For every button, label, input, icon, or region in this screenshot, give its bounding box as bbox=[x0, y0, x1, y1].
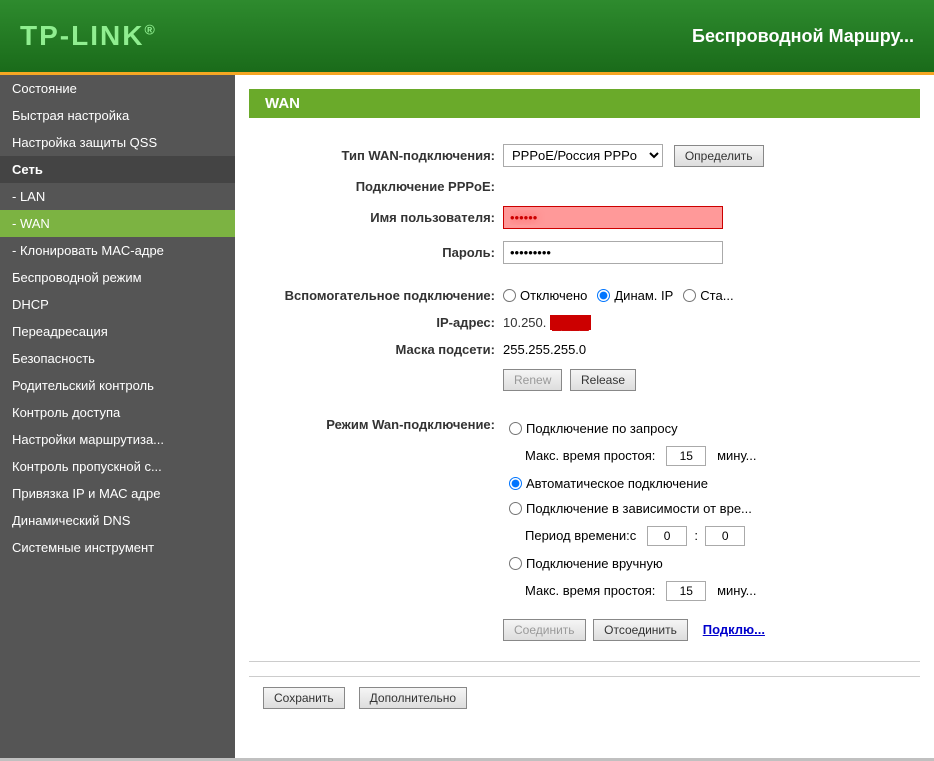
spacer-row bbox=[249, 270, 920, 282]
username-input[interactable] bbox=[503, 206, 723, 229]
sidebar-item-access-control[interactable]: Контроль доступа bbox=[0, 399, 235, 426]
sidebar-item-parental[interactable]: Родительский контроль bbox=[0, 372, 235, 399]
time-based-label[interactable]: Подключение в зависимости от вре... bbox=[509, 501, 757, 516]
max-idle-label2: Макс. время простоя: bbox=[525, 583, 655, 598]
secondary-radio-group: Отключено Динам. IP Ста... bbox=[503, 288, 916, 303]
bottom-bar: Сохранить Дополнительно bbox=[249, 676, 920, 719]
max-idle-input1[interactable] bbox=[666, 446, 706, 466]
conn-mode-label: Режим Wan-подключение: bbox=[249, 409, 499, 613]
pppoe-label: Подключение PPPoE: bbox=[249, 173, 499, 200]
sidebar-item-forwarding[interactable]: Переадресация bbox=[0, 318, 235, 345]
radio-off-label[interactable]: Отключено bbox=[503, 288, 587, 303]
header: TP-LINK® Беспроводной Маршру... bbox=[0, 0, 934, 75]
max-idle-input2[interactable] bbox=[666, 581, 706, 601]
main-layout: СостояниеБыстрая настройкаНастройка защи… bbox=[0, 75, 934, 758]
minutes-label1: мину... bbox=[717, 448, 756, 463]
period-row: Период времени:с : bbox=[505, 522, 761, 550]
username-row: Имя пользователя: bbox=[249, 200, 920, 235]
sidebar-item-qss[interactable]: Настройка защиты QSS bbox=[0, 129, 235, 156]
sidebar-item-network[interactable]: Сеть bbox=[0, 156, 235, 183]
divider bbox=[249, 661, 920, 662]
logo-text: TP-LINK bbox=[20, 20, 144, 51]
wan-type-row: Тип WAN-подключения: PPPoE/Россия PPPo О… bbox=[249, 138, 920, 173]
secondary-label: Вспомогательное подключение: bbox=[249, 282, 499, 309]
sidebar-item-mac-clone[interactable]: - Клонировать MAC-адре bbox=[0, 237, 235, 264]
max-idle-label1: Макс. время простоя: bbox=[525, 448, 655, 463]
disconnect-button[interactable]: Отсоединить bbox=[593, 619, 688, 641]
radio-on-demand[interactable] bbox=[509, 422, 522, 435]
radio-off[interactable] bbox=[503, 289, 516, 302]
manual-row: Подключение вручную bbox=[505, 552, 761, 575]
radio-static-label[interactable]: Ста... bbox=[683, 288, 733, 303]
conn-mode-table: Подключение по запросу Макс. время прост… bbox=[503, 415, 763, 607]
pppoe-section-row: Подключение PPPoE: bbox=[249, 173, 920, 200]
sidebar-item-quick-setup[interactable]: Быстрая настройка bbox=[0, 102, 235, 129]
renew-release-row: Renew Release bbox=[249, 363, 920, 397]
on-demand-row: Подключение по запросу bbox=[505, 417, 761, 440]
period-to-input[interactable] bbox=[705, 526, 745, 546]
logo-trademark: ® bbox=[144, 22, 156, 38]
connect-link[interactable]: Подклю... bbox=[703, 622, 765, 637]
content-area: Тип WAN-подключения: PPPoE/Россия PPPo О… bbox=[235, 118, 934, 739]
renew-button[interactable]: Renew bbox=[503, 369, 562, 391]
form-table: Тип WAN-подключения: PPPoE/Россия PPPo О… bbox=[249, 138, 920, 647]
max-idle-row2: Макс. время простоя: мину... bbox=[505, 577, 761, 605]
password-row: Пароль: bbox=[249, 235, 920, 270]
time-based-row: Подключение в зависимости от вре... bbox=[505, 497, 761, 520]
sidebar-item-dhcp[interactable]: DHCP bbox=[0, 291, 235, 318]
wan-type-value: PPPoE/Россия PPPo Определить bbox=[499, 138, 920, 173]
password-input[interactable] bbox=[503, 241, 723, 264]
ip-label: IP-адрес: bbox=[249, 309, 499, 336]
detect-button[interactable]: Определить bbox=[674, 145, 764, 167]
wan-type-select[interactable]: PPPoE/Россия PPPo bbox=[503, 144, 663, 167]
radio-static[interactable] bbox=[683, 289, 696, 302]
ip-value: 10.250. ████ bbox=[503, 315, 591, 330]
sidebar-item-tools[interactable]: Системные инструмент bbox=[0, 534, 235, 561]
subnet-value: 255.255.255.0 bbox=[503, 342, 586, 357]
sidebar-item-routing[interactable]: Настройки маршрутиза... bbox=[0, 426, 235, 453]
page-title: WAN bbox=[249, 89, 920, 118]
radio-manual[interactable] bbox=[509, 557, 522, 570]
sidebar-item-ddns[interactable]: Динамический DNS bbox=[0, 507, 235, 534]
period-from-input[interactable] bbox=[647, 526, 687, 546]
subnet-label: Маска подсети: bbox=[249, 336, 499, 363]
auto-connect-label[interactable]: Автоматическое подключение bbox=[509, 476, 757, 491]
sidebar-item-ip-mac[interactable]: Привязка IP и МАС адре bbox=[0, 480, 235, 507]
radio-dynamic-ip[interactable] bbox=[597, 289, 610, 302]
ip-row: IP-адрес: 10.250. ████ bbox=[249, 309, 920, 336]
sidebar-item-security[interactable]: Безопасность bbox=[0, 345, 235, 372]
logo: TP-LINK® bbox=[20, 20, 157, 52]
minutes-label2: мину... bbox=[717, 583, 756, 598]
release-button[interactable]: Release bbox=[570, 369, 636, 391]
connect-buttons-row: Соединить Отсоединить Подклю... bbox=[249, 613, 920, 647]
conn-mode-row: Режим Wan-подключение: Подключение по за… bbox=[249, 409, 920, 613]
advanced-button[interactable]: Дополнительно bbox=[359, 687, 467, 709]
radio-time-based[interactable] bbox=[509, 502, 522, 515]
connect-button[interactable]: Соединить bbox=[503, 619, 586, 641]
username-label: Имя пользователя: bbox=[249, 200, 499, 235]
save-button[interactable]: Сохранить bbox=[263, 687, 345, 709]
main-content: WAN Тип WAN-подключения: PPPoE/Россия PP… bbox=[235, 75, 934, 758]
sidebar-item-status[interactable]: Состояние bbox=[0, 75, 235, 102]
wan-type-label: Тип WAN-подключения: bbox=[249, 138, 499, 173]
spacer-row2 bbox=[249, 397, 920, 409]
sidebar-item-lan[interactable]: - LAN bbox=[0, 183, 235, 210]
auto-connect-row: Автоматическое подключение bbox=[505, 472, 761, 495]
subnet-row: Маска подсети: 255.255.255.0 bbox=[249, 336, 920, 363]
sidebar-item-bandwidth[interactable]: Контроль пропускной с... bbox=[0, 453, 235, 480]
max-idle-row1: Макс. время простоя: мину... bbox=[505, 442, 761, 470]
manual-label[interactable]: Подключение вручную bbox=[509, 556, 757, 571]
sidebar-item-wan[interactable]: - WAN bbox=[0, 210, 235, 237]
sidebar: СостояниеБыстрая настройкаНастройка защи… bbox=[0, 75, 235, 758]
password-label: Пароль: bbox=[249, 235, 499, 270]
sidebar-item-wireless[interactable]: Беспроводной режим bbox=[0, 264, 235, 291]
secondary-conn-row: Вспомогательное подключение: Отключено Д… bbox=[249, 282, 920, 309]
period-label: Период времени:с bbox=[525, 528, 636, 543]
on-demand-label[interactable]: Подключение по запросу bbox=[509, 421, 757, 436]
radio-dynamic-label[interactable]: Динам. IP bbox=[597, 288, 673, 303]
header-title: Беспроводной Маршру... bbox=[692, 26, 914, 47]
radio-auto-connect[interactable] bbox=[509, 477, 522, 490]
